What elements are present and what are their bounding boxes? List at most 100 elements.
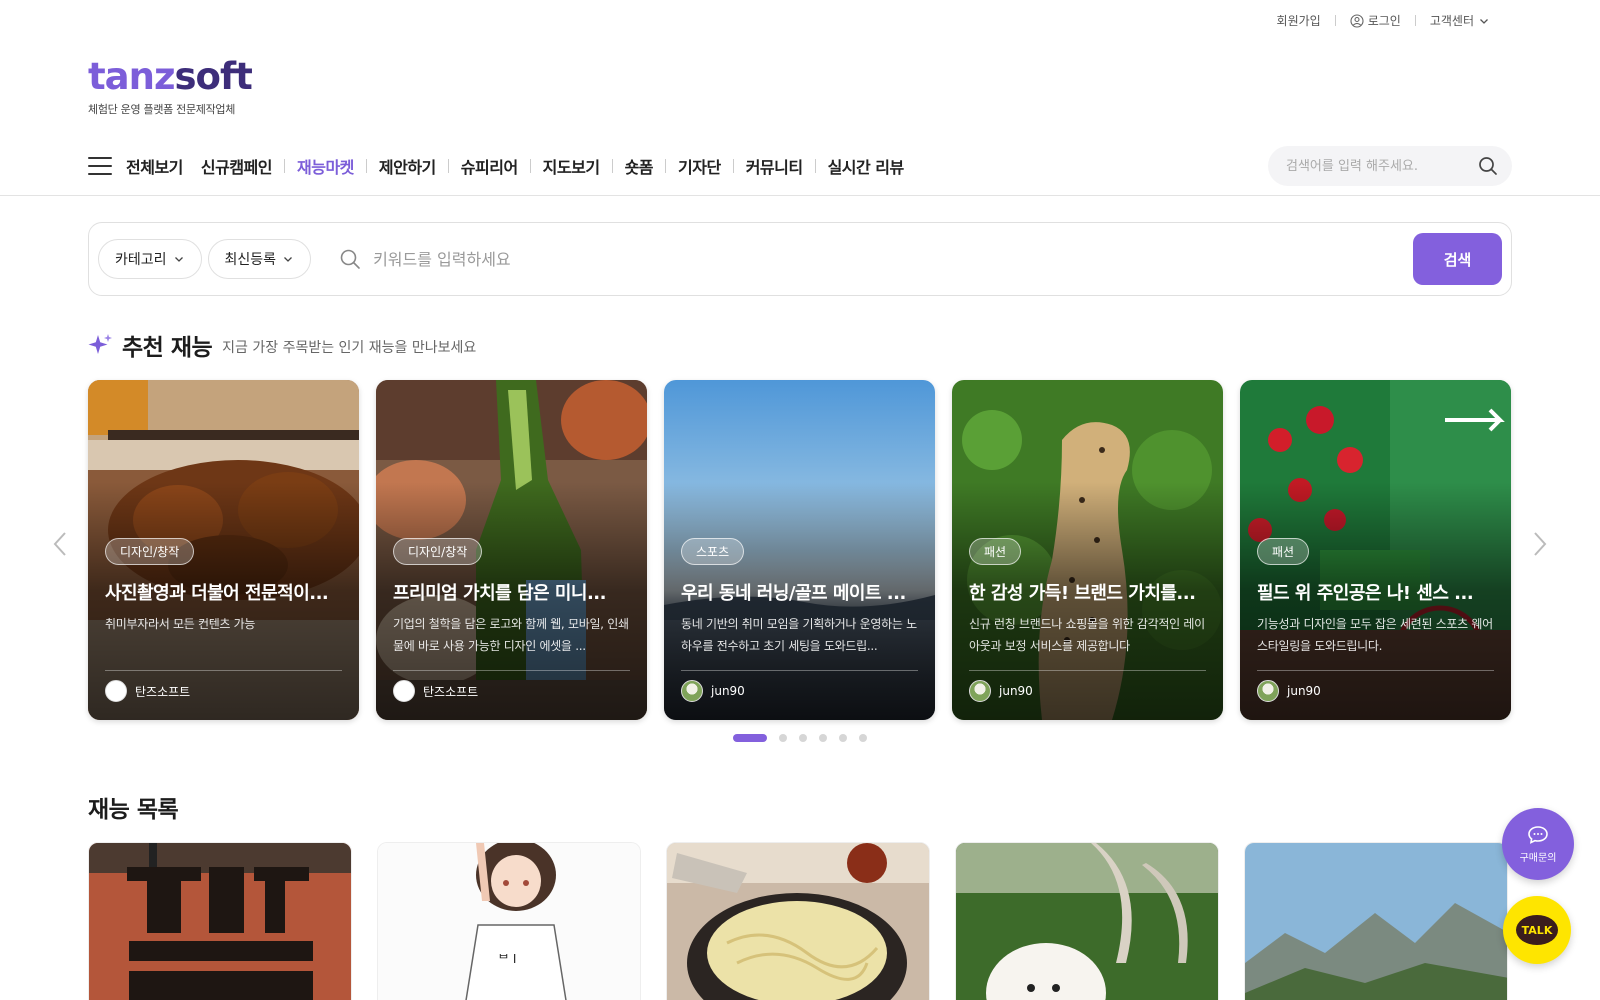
carousel-pagination: [733, 734, 867, 742]
author-name: jun90: [711, 684, 745, 698]
user-circle-icon: [1350, 13, 1364, 28]
login-link[interactable]: 로그인: [1350, 12, 1401, 29]
signup-link[interactable]: 회원가입: [1277, 12, 1321, 29]
card-description: 기능성과 디자인을 모두 잡은 세련된 스포츠 웨어 스타일링을 도와드립니다.: [1257, 617, 1493, 653]
logo-subtitle: 체험단 운영 플랫폼 전문제작업체: [88, 103, 236, 116]
carousel-dot[interactable]: [859, 734, 867, 742]
svg-text:ᄇ I: ᄇ I: [498, 952, 516, 966]
card-category-tag: 디자인/창작: [105, 538, 195, 565]
talent-card[interactable]: 패션 한 감성 가득! 브랜드 가치를... 신규 런칭 브랜드나 쇼핑몰을 위…: [952, 380, 1223, 720]
talent-list-item[interactable]: [666, 842, 930, 1000]
carousel-dot[interactable]: [799, 734, 807, 742]
header-search-input[interactable]: [1286, 158, 1478, 174]
nav-item-propose[interactable]: 제안하기: [379, 154, 436, 178]
header-divider: [0, 195, 1600, 196]
avatar: [969, 680, 991, 702]
divider: [732, 159, 734, 173]
author-name: 탄즈소프트: [135, 684, 191, 699]
logo-wordmark: tanzsoft: [88, 55, 253, 98]
talent-card[interactable]: 패션 필드 위 주인공은 나! 센스 ... 기능성과 디자인을 모두 잡은 세…: [1240, 380, 1511, 720]
talent-list-item[interactable]: [1244, 842, 1508, 1000]
recommended-title: 추천 재능: [122, 335, 213, 361]
divider: [365, 159, 367, 173]
divider: [284, 159, 285, 173]
keyword-input[interactable]: [373, 249, 1413, 269]
sort-dropdown[interactable]: 최신등록: [207, 239, 312, 279]
nav-item-superior[interactable]: 슈피리어: [461, 154, 518, 178]
menu-icon[interactable]: [88, 157, 112, 175]
kakao-talk-button[interactable]: TALK: [1503, 896, 1571, 964]
card-divider: [105, 670, 342, 671]
talent-card[interactable]: 스포츠 우리 동네 러닝/골프 메이트 ... 동네 기반의 취미 모임을 기획…: [664, 380, 935, 720]
nav-item-all[interactable]: 전체보기: [126, 154, 183, 178]
card-description: 동네 기반의 취미 모임을 기획하거나 운영하는 노하우를 전수하고 초기 세팅…: [681, 617, 917, 653]
card-author: 탄즈소프트: [105, 680, 190, 702]
site-logo[interactable]: tanzsoft 체험단 운영 플랫폼 전문제작업체: [88, 55, 253, 117]
item-photo-mountain: [1245, 843, 1507, 1000]
card-description: 신규 런칭 브랜드나 쇼핑몰을 위한 감각적인 레이아웃과 보정 서비스를 제공…: [969, 617, 1205, 653]
signup-label: 회원가입: [1276, 14, 1321, 28]
item-photo-drink: [89, 843, 351, 1000]
nav-item-shortform[interactable]: 숏폼: [625, 154, 654, 178]
talent-card[interactable]: 디자인/창작 프리미엄 가치를 담은 미니... 기업의 철학을 담은 로고와 …: [376, 380, 647, 720]
carousel-dot[interactable]: [779, 734, 787, 742]
card-title: 사진촬영과 더불어 전문적이...: [105, 583, 329, 604]
utility-bar: 회원가입 로그인 고객센터: [1277, 12, 1490, 29]
nav-item-reporters[interactable]: 기자단: [678, 154, 721, 178]
nav-item-talent-market[interactable]: 재능마켓: [297, 154, 354, 178]
search-icon: [340, 249, 360, 269]
talk-label: TALK: [1521, 923, 1553, 937]
sparkle-icon: [88, 334, 112, 354]
divider: [814, 159, 816, 173]
item-photo-illustration: ᄇ I: [378, 843, 640, 1000]
item-photo-dog: [956, 843, 1218, 1000]
talent-list-item[interactable]: [88, 842, 352, 1000]
carousel-dot[interactable]: [819, 734, 827, 742]
purchase-inquiry-button[interactable]: 구매문의: [1502, 808, 1574, 880]
carousel-dot[interactable]: [733, 734, 767, 742]
header-search: [1268, 146, 1512, 186]
avatar: [1257, 680, 1279, 702]
card-author: 탄즈소프트: [393, 680, 478, 702]
nav-item-live-review[interactable]: 실시간 리뷰: [828, 154, 905, 178]
card-description: 취미부자라서 모든 컨텐츠 가능: [105, 617, 256, 631]
card-author: jun90: [681, 680, 745, 702]
divider: [447, 159, 449, 173]
card-author: jun90: [969, 680, 1033, 702]
card-title: 프리미엄 가치를 담은 미니...: [393, 583, 606, 604]
carousel-prev-icon[interactable]: [52, 530, 68, 558]
category-dropdown[interactable]: 카테고리: [98, 239, 202, 279]
carousel-dot[interactable]: [839, 734, 847, 742]
divider: [665, 159, 667, 173]
chevron-down-icon: [1480, 18, 1488, 24]
search-button[interactable]: 검색: [1413, 233, 1502, 285]
divider: [1334, 15, 1336, 26]
carousel-next-icon[interactable]: [1532, 530, 1548, 558]
recommended-carousel: 디자인/창작 사진촬영과 더불어 전문적이... 취미부자라서 모든 컨텐츠 가…: [88, 380, 1511, 720]
avatar: [105, 680, 127, 702]
card-category-tag: 패션: [1257, 538, 1310, 565]
talent-list-item[interactable]: ᄇ I: [377, 842, 641, 1000]
card-title: 한 감성 가득! 브랜드 가치를...: [969, 583, 1196, 604]
support-label: 고객센터: [1429, 14, 1474, 28]
card-category-tag: 스포츠: [681, 538, 745, 565]
support-menu[interactable]: 고객센터: [1430, 12, 1490, 29]
divider: [611, 159, 613, 173]
talent-list-item[interactable]: [955, 842, 1219, 1000]
talent-card[interactable]: 디자인/창작 사진촬영과 더불어 전문적이... 취미부자라서 모든 컨텐츠 가…: [88, 380, 359, 720]
talk-bubble-icon: TALK: [1516, 915, 1558, 945]
avatar: [681, 680, 703, 702]
item-photo-noodle: [667, 843, 929, 1000]
card-category-tag: 디자인/창작: [393, 538, 483, 565]
nav-item-map[interactable]: 지도보기: [543, 154, 600, 178]
card-title: 우리 동네 러닝/골프 메이트 ...: [681, 583, 906, 604]
nav-item-new-campaign[interactable]: 신규캠페인: [201, 154, 273, 178]
filter-bar: 카테고리 최신등록 검색: [88, 222, 1512, 296]
card-description: 기업의 철학을 담은 로고와 함께 웹, 모바일, 인쇄물에 바로 사용 가능한…: [393, 617, 629, 653]
card-divider: [393, 670, 630, 671]
card-title: 필드 위 주인공은 나! 센스 ...: [1257, 583, 1474, 604]
card-divider: [969, 670, 1206, 671]
inquiry-label: 구매문의: [1519, 852, 1557, 864]
nav-item-community[interactable]: 커뮤니티: [746, 154, 803, 178]
search-icon[interactable]: [1478, 156, 1498, 176]
